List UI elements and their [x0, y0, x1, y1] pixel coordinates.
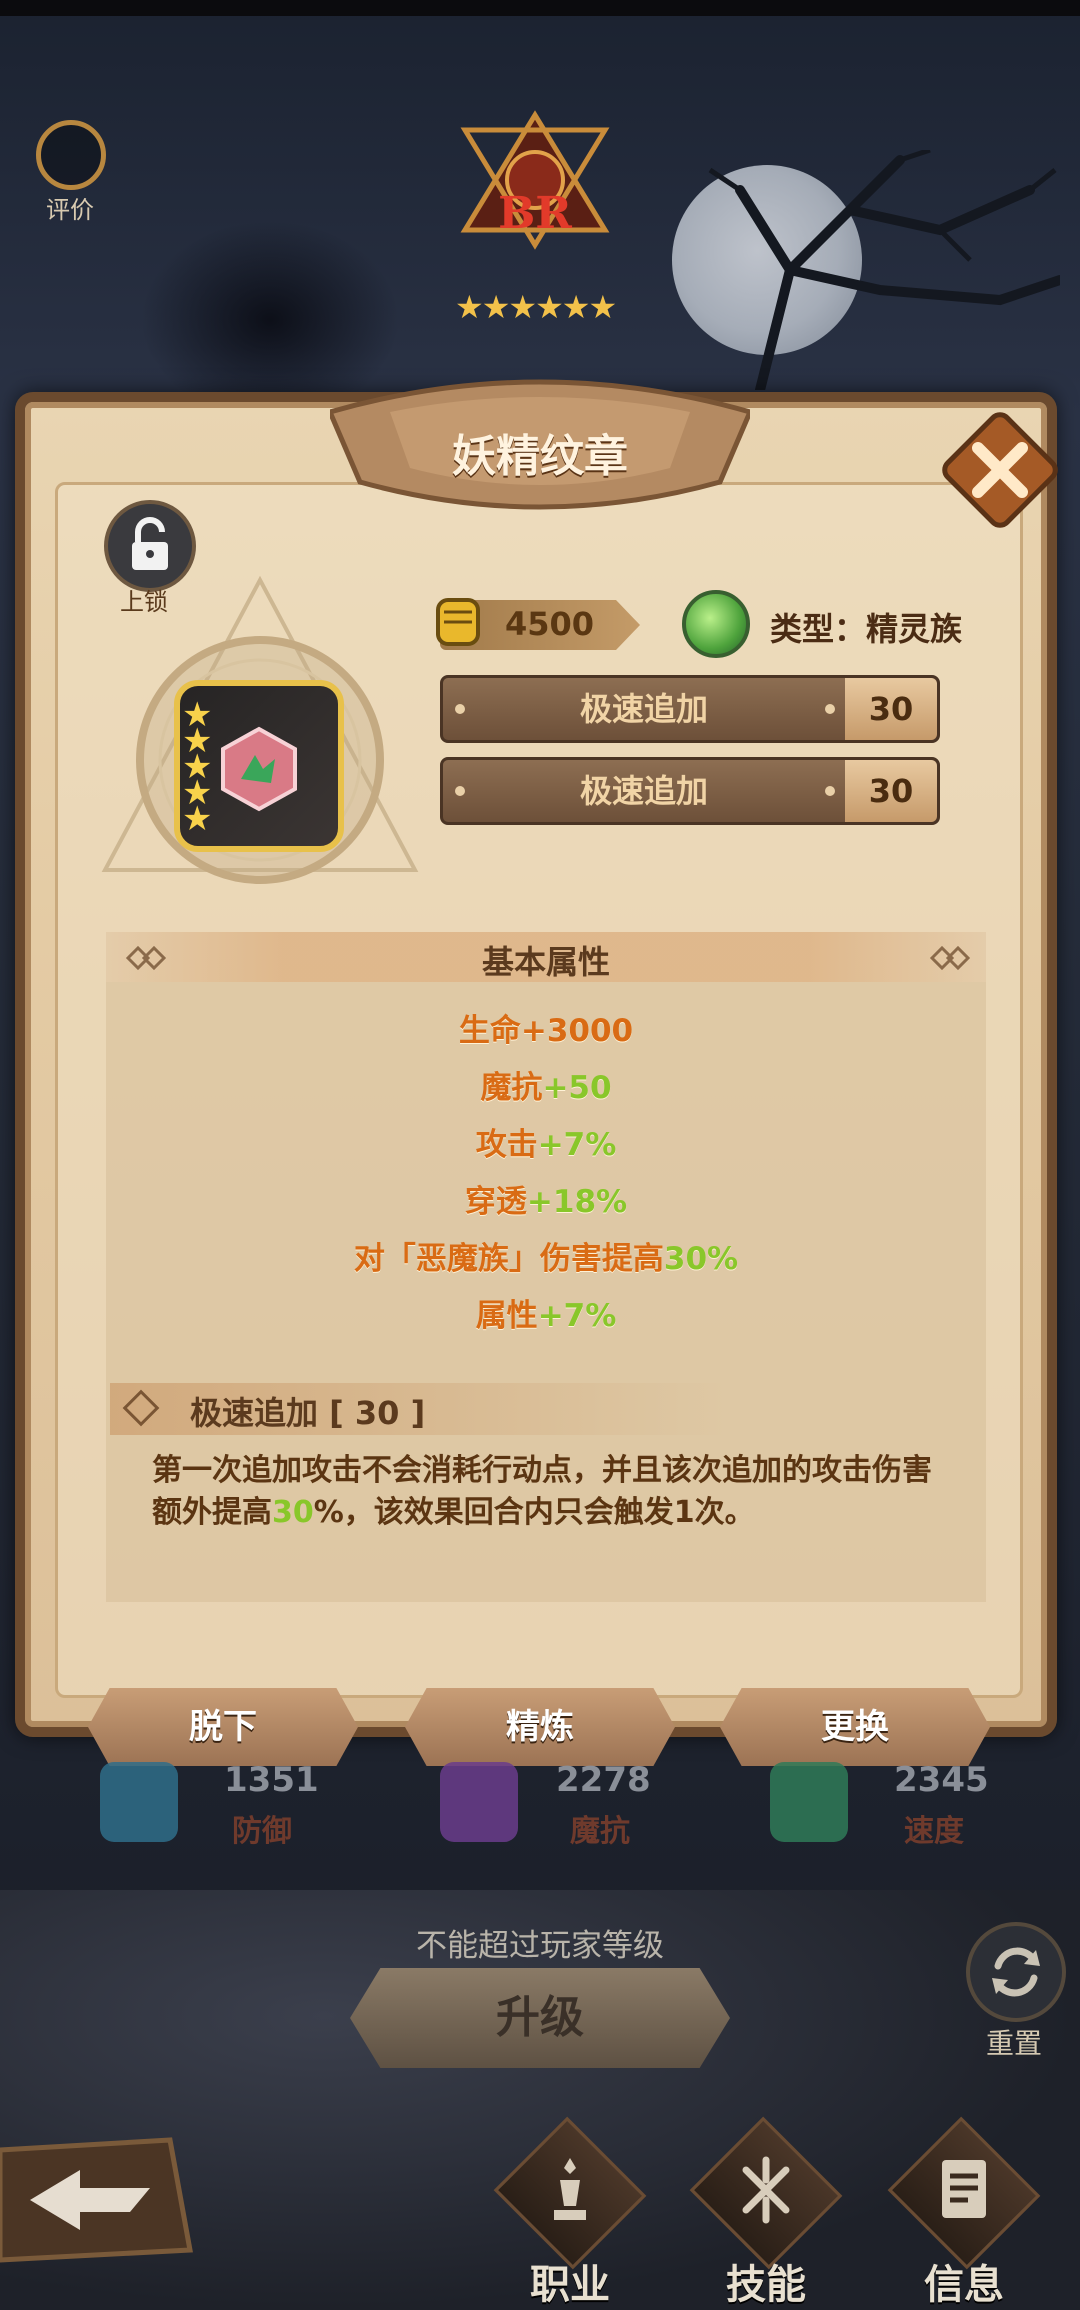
unequip-label: 脱下 [189, 1707, 257, 1747]
close-button[interactable] [940, 410, 1060, 528]
tree-silhouette [708, 150, 1060, 390]
nav-skill-button[interactable]: 技能 [676, 2116, 856, 2310]
fairy-emblem-icon [221, 726, 297, 812]
magic-resist-value: 2278 [556, 1760, 651, 1800]
wing-speed-icon [770, 1762, 848, 1842]
attribute-line: 穿透+18% [464, 1184, 628, 1220]
fist-power-icon [436, 598, 480, 646]
type-text: 类型：精灵族 [770, 610, 963, 648]
bonus-label: 极速追加 [579, 690, 708, 728]
bonus-dot [825, 704, 835, 714]
chess-piece-icon [554, 2158, 586, 2220]
bonus-value: 30 [845, 678, 937, 740]
skill-description: 第一次追加攻击不会消耗行动点，并且该次追加的攻击伤害额外提高30%，该效果回合内… [152, 1453, 932, 1530]
nav-class-label: 职业 [530, 2262, 610, 2308]
bonus-label: 极速追加 [579, 772, 708, 810]
magic-resist-label: 魔抗 [570, 1814, 630, 1849]
evaluate-label: 评价 [46, 196, 94, 224]
defense-value: 1351 [224, 1760, 319, 1800]
rank-stars: ★★★★★★ [455, 288, 617, 326]
nav-info-label: 信息 [924, 2262, 1004, 2308]
bonus-row: 极速追加 30 [440, 757, 940, 825]
reset-button[interactable] [966, 1922, 1066, 2022]
speed-label: 速度 [904, 1814, 964, 1849]
nav-info-button[interactable]: 信息 [874, 2116, 1054, 2310]
level-cap-note: 不能超过玩家等级 [416, 1928, 664, 1964]
shield-icon [100, 1762, 178, 1842]
defense-label: 防御 [232, 1814, 292, 1849]
rank-badge-icon: BR [460, 110, 610, 250]
lightning-shield-icon [440, 1762, 518, 1842]
replace-label: 更换 [821, 1707, 889, 1747]
panel-title: 妖精纹章 [452, 431, 628, 482]
document-icon [942, 2160, 986, 2218]
refine-label: 精炼 [506, 1707, 574, 1747]
emblem-stars: ★ ★ ★ ★ ★ [182, 695, 213, 839]
speed-value: 2345 [894, 1760, 989, 1800]
moon-type-icon [682, 590, 750, 658]
bonus-dot [825, 786, 835, 796]
attribute-line: 魔抗+50 [480, 1070, 612, 1106]
skill-rune-icon [742, 2156, 790, 2224]
evaluate-button[interactable] [36, 120, 106, 190]
rank-text: BR [498, 188, 572, 239]
basic-attributes-title: 基本属性 [481, 943, 610, 981]
refresh-icon [992, 1947, 1040, 1997]
attribute-line: 对「恶魔族」伤害提高30% [353, 1241, 739, 1277]
nav-skill-label: 技能 [726, 2262, 806, 2308]
refine-button[interactable]: 精炼 [405, 1688, 675, 1766]
attribute-line: 生命+3000 [458, 1013, 634, 1049]
attribute-line: 属性+7% [475, 1298, 617, 1334]
power-value: 4500 [505, 605, 595, 643]
skill-title: 极速追加 [ 30 ] [190, 1394, 426, 1432]
upgrade-label: 升级 [496, 1992, 584, 2043]
bonus-row: 极速追加 30 [440, 675, 940, 743]
bonus-value: 30 [845, 760, 937, 822]
attribute-line: 攻击+7% [475, 1127, 617, 1163]
back-button[interactable] [0, 2130, 200, 2270]
nav-class-button[interactable]: 职业 [480, 2116, 660, 2310]
unequip-button[interactable]: 脱下 [88, 1688, 358, 1766]
reset-label: 重置 [986, 2027, 1043, 2060]
status-bar [0, 0, 1080, 16]
replace-button[interactable]: 更换 [720, 1688, 990, 1766]
